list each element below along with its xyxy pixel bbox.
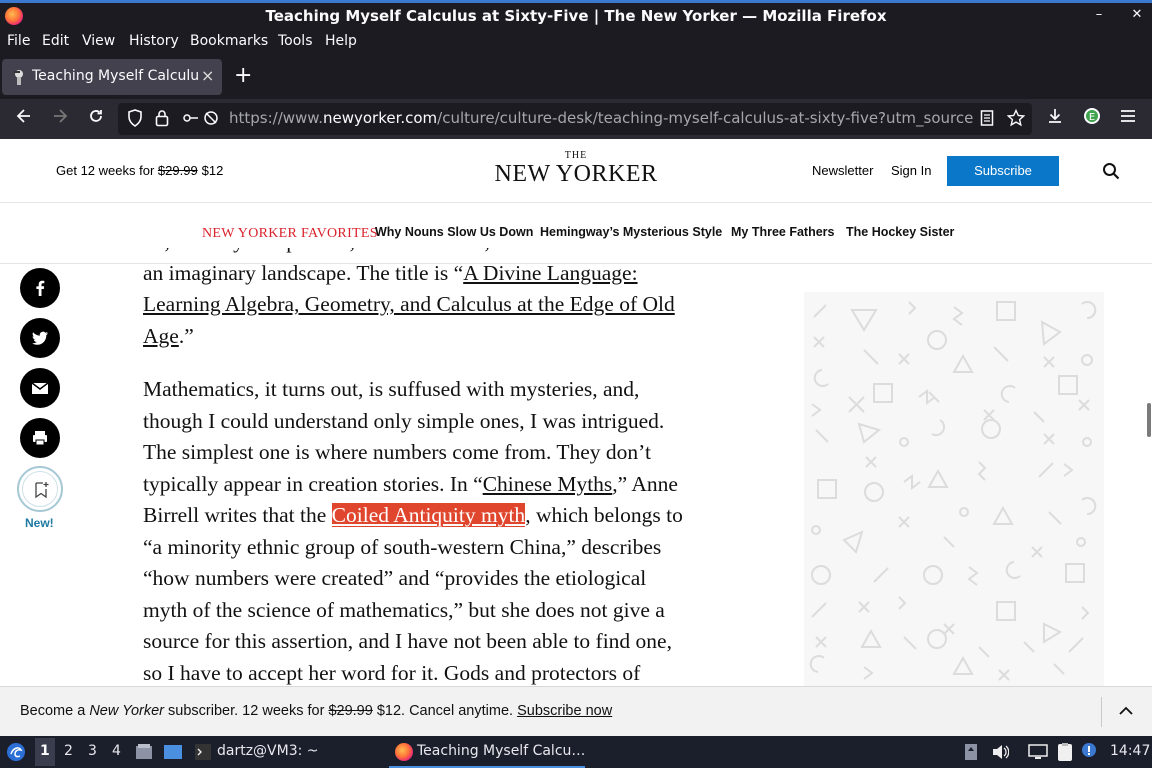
reload-button[interactable]	[84, 107, 108, 130]
favorite-link-nouns[interactable]: Why Nouns Slow Us Down	[375, 225, 533, 239]
new-yorker-favicon-icon	[14, 70, 23, 85]
permissions-icon[interactable]	[182, 109, 220, 131]
firefox-task-label: Teaching Myself Calcu…	[417, 743, 586, 759]
article-body: …, a lovely comparison, in other words, …	[143, 248, 688, 686]
twitter-share-button[interactable]	[20, 318, 60, 358]
new-tab-button[interactable]: +	[234, 63, 252, 88]
favorite-link-hemingway[interactable]: Hemingway’s Mysterious Style	[540, 225, 722, 239]
subscribe-button[interactable]: Subscribe	[947, 156, 1059, 186]
tab-label: Teaching Myself Calculus at Sixty-Five |…	[32, 68, 198, 84]
back-button[interactable]	[12, 107, 36, 130]
workspace-4[interactable]: 4	[112, 743, 121, 759]
downloads-button[interactable]	[1043, 107, 1067, 130]
workspace-3[interactable]: 3	[88, 743, 97, 759]
start-menu-icon[interactable]	[6, 742, 26, 762]
bookmark-add-icon	[35, 482, 49, 499]
menu-edit[interactable]: Edit	[42, 33, 69, 49]
app-menu-button[interactable]	[1116, 107, 1140, 130]
chevron-up-icon[interactable]	[1117, 702, 1135, 720]
menu-view[interactable]: View	[82, 33, 115, 49]
hamburger-menu-icon	[1121, 110, 1135, 122]
sign-in-link[interactable]: Sign In	[891, 163, 931, 178]
desktop-taskbar: 1 2 3 4 dartz@VM3: ~ Teaching Myself Cal…	[0, 736, 1152, 768]
network-monitor-icon[interactable]	[1028, 743, 1048, 761]
page-scrollbar-thumb[interactable]	[1147, 403, 1151, 437]
twitter-icon	[32, 331, 48, 345]
paragraph: …, a lovely comparison, in other words, …	[143, 248, 675, 348]
show-desktop-icon[interactable]	[163, 743, 183, 761]
email-icon	[31, 382, 49, 394]
tab-active[interactable]: Teaching Myself Calculus at Sixty-Five |…	[2, 59, 222, 95]
navigation-toolbar: https://www.newyorker.com/culture/cultur…	[0, 99, 1152, 139]
workspace-1[interactable]: 1	[40, 743, 50, 759]
svg-text:E: E	[1089, 112, 1095, 123]
volume-icon[interactable]	[991, 743, 1009, 761]
tab-strip: Teaching Myself Calculus at Sixty-Five |…	[0, 54, 1152, 99]
workspace-2[interactable]: 2	[64, 743, 73, 759]
eject-drive-icon[interactable]	[963, 742, 979, 762]
chinese-myths-link[interactable]: Chinese Myths	[483, 472, 613, 496]
clipboard-icon[interactable]	[1055, 742, 1075, 762]
extension-e-icon: E	[1084, 108, 1100, 124]
favorite-link-fathers[interactable]: My Three Fathers	[731, 225, 835, 239]
tracking-protection-shield-icon[interactable]	[127, 109, 143, 131]
close-tab-icon[interactable]: ×	[201, 66, 214, 85]
window-titlebar: Teaching Myself Calculus at Sixty-Five |…	[0, 0, 1152, 30]
favorites-label: NEW YORKER FAVORITES	[202, 226, 378, 241]
menu-help[interactable]: Help	[325, 33, 357, 49]
minimize-button[interactable]: –	[1090, 7, 1108, 22]
lock-icon[interactable]	[155, 109, 169, 131]
forward-arrow-icon	[54, 109, 68, 123]
bookmark-star-icon[interactable]	[1006, 108, 1026, 131]
forward-button[interactable]	[48, 107, 72, 130]
clock: 14:47	[1110, 743, 1151, 759]
menu-tools[interactable]: Tools	[278, 33, 313, 49]
menu-file[interactable]: File	[7, 33, 30, 49]
reader-view-icon[interactable]	[980, 109, 994, 131]
print-button[interactable]	[20, 418, 60, 458]
address-bar[interactable]: https://www.newyorker.com/culture/cultur…	[118, 103, 1032, 135]
save-article-button[interactable]	[17, 466, 63, 512]
newsletter-link[interactable]: Newsletter	[812, 163, 873, 178]
facebook-icon	[36, 280, 45, 296]
coiled-antiquity-link[interactable]: Coiled Antiquity myth	[331, 503, 526, 527]
paragraph: Mathematics, it turns out, is suffused w…	[143, 377, 683, 685]
printer-icon	[33, 431, 47, 446]
site-header: Get 12 weeks for $29.99 $12 THE NEW YORKE…	[0, 139, 1152, 203]
banner-text: Become a New Yorker subscriber. 12 weeks…	[20, 703, 613, 719]
subscribe-banner: Become a New Yorker subscriber. 12 weeks…	[0, 686, 1152, 736]
url-text[interactable]: https://www.newyorker.com/culture/cultur…	[229, 109, 974, 127]
window-title: Teaching Myself Calculus at Sixty-Five |…	[265, 7, 887, 25]
banner-divider	[1101, 697, 1102, 727]
terminal-task[interactable]: dartz@VM3: ~	[217, 743, 319, 759]
back-arrow-icon	[16, 109, 30, 123]
close-window-button[interactable]: ✕	[1128, 7, 1146, 22]
menu-history[interactable]: History	[129, 33, 179, 49]
reload-icon	[90, 110, 102, 122]
download-icon	[1049, 109, 1061, 123]
terminal-icon	[195, 744, 211, 760]
new-feature-label: New!	[25, 516, 54, 530]
ad-pattern-graphic	[809, 301, 1097, 681]
email-share-button[interactable]	[20, 368, 60, 408]
search-icon[interactable]	[1102, 162, 1120, 180]
subscribe-now-link[interactable]: Subscribe now	[517, 703, 612, 719]
notification-icon[interactable]	[1081, 742, 1097, 762]
file-manager-icon[interactable]	[135, 743, 153, 761]
menu-bookmarks[interactable]: Bookmarks	[190, 33, 268, 49]
facebook-share-button[interactable]	[20, 268, 60, 308]
extension-button[interactable]: E	[1080, 107, 1104, 130]
ad-placeholder	[804, 292, 1104, 686]
firefox-task-icon	[395, 743, 413, 761]
favorite-link-hockey[interactable]: The Hockey Sister	[846, 225, 954, 239]
menubar: File Edit View History Bookmarks Tools H…	[0, 30, 1152, 54]
